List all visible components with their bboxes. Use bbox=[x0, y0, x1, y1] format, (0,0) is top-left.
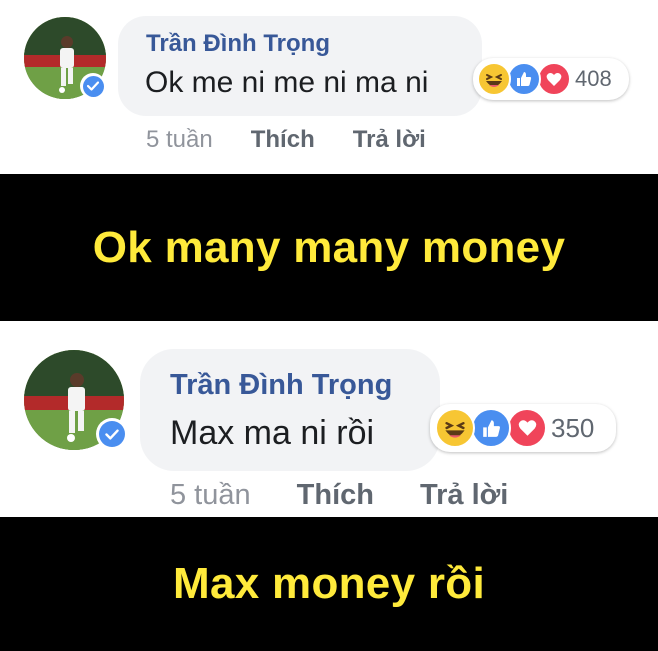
comment-timestamp[interactable]: 5 tuần bbox=[146, 126, 213, 154]
love-reaction-icon bbox=[537, 62, 571, 96]
comment-author[interactable]: Trần Đình Trọng bbox=[146, 30, 330, 58]
like-reaction-icon bbox=[471, 408, 511, 448]
comment-panel-2: Trần Đình Trọng Max ma ni rồi 350 5 tuần… bbox=[0, 321, 658, 517]
meme-caption: Ok many many money bbox=[92, 222, 566, 272]
haha-reaction-icon bbox=[435, 408, 475, 448]
comment-timestamp[interactable]: 5 tuần bbox=[170, 479, 251, 512]
reaction-count: 408 bbox=[575, 66, 612, 91]
reaction-count: 350 bbox=[551, 412, 595, 443]
reaction-summary[interactable]: 408 bbox=[473, 58, 629, 100]
haha-reaction-icon bbox=[477, 62, 511, 96]
verified-badge-icon bbox=[96, 418, 128, 450]
like-reaction-icon bbox=[507, 62, 541, 96]
comment-actions: 5 tuần Thích Trả lời bbox=[146, 126, 426, 154]
like-button[interactable]: Thích bbox=[297, 479, 374, 512]
love-reaction-icon bbox=[507, 408, 547, 448]
like-button[interactable]: Thích bbox=[251, 126, 315, 154]
meme-caption: Max money rồi bbox=[173, 559, 485, 608]
reply-button[interactable]: Trả lời bbox=[420, 479, 508, 512]
comment-panel-1: Trần Đình Trọng Ok me ni me ni ma ni 408… bbox=[0, 0, 658, 174]
reaction-summary[interactable]: 350 bbox=[430, 404, 616, 452]
verified-badge-icon bbox=[80, 73, 106, 99]
comment-text: Max ma ni rồi bbox=[170, 414, 375, 452]
caption-band-2: Max money rồi bbox=[0, 517, 658, 651]
comment-author[interactable]: Trần Đình Trọng bbox=[170, 369, 392, 402]
reply-button[interactable]: Trả lời bbox=[353, 126, 426, 154]
caption-band-1: Ok many many money bbox=[0, 174, 658, 321]
comment-text: Ok me ni me ni ma ni bbox=[145, 66, 429, 99]
comment-actions: 5 tuần Thích Trả lời bbox=[170, 479, 508, 512]
